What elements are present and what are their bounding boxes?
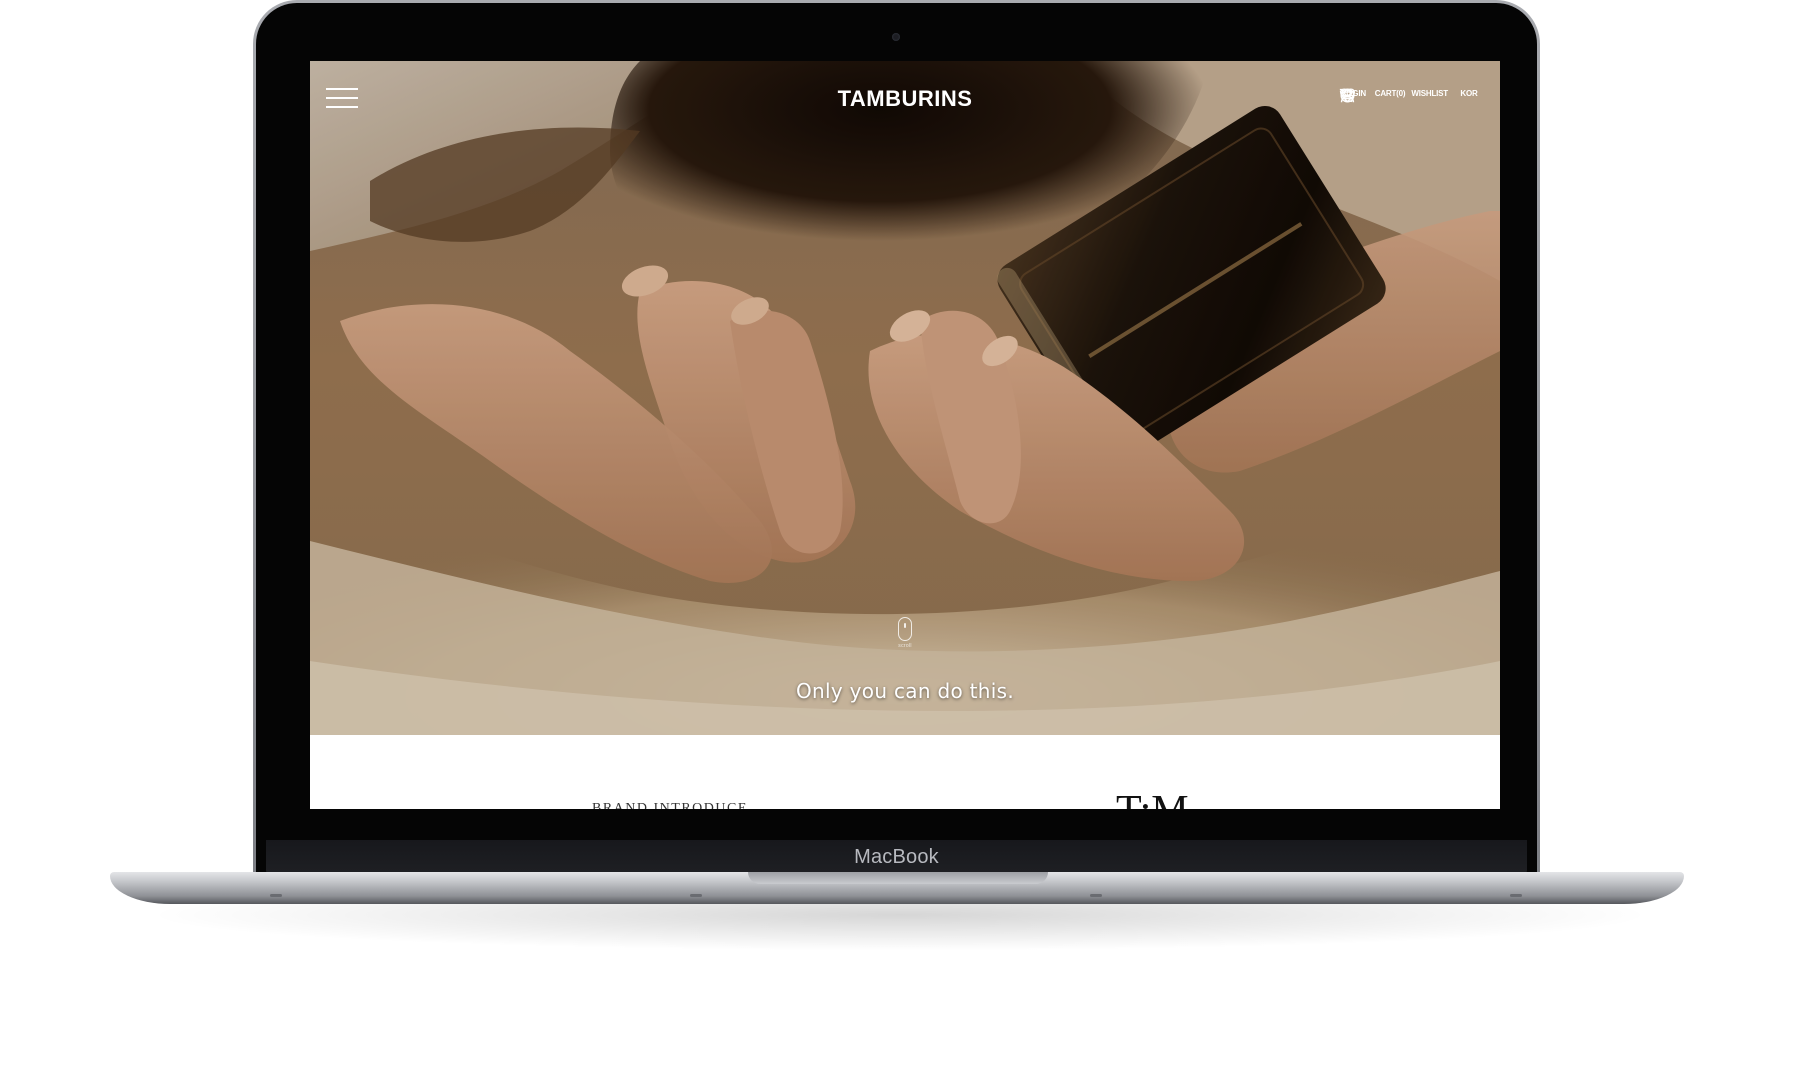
chevron-down-icon (1339, 90, 1346, 95)
cart-label: CART(0) (1374, 89, 1406, 98)
wishlist-label: WISHLIST (1411, 89, 1448, 98)
language-label: KOR (1460, 89, 1478, 98)
base-foot (1090, 894, 1102, 897)
base-foot (270, 894, 282, 897)
camera-icon (892, 33, 900, 41)
device-brand-label: MacBook (854, 846, 939, 868)
scroll-indicator: scroll (896, 617, 914, 649)
logo-link[interactable]: TAMBURINS (838, 86, 973, 111)
base-foot (690, 894, 702, 897)
hamburger-menu-icon[interactable] (326, 85, 358, 111)
video-subtitle: Only you can do this. (796, 679, 1014, 703)
laptop-base (110, 872, 1684, 904)
brand-emblem: T:M (1116, 787, 1189, 809)
section-title: BRAND INTRODUCE (592, 801, 748, 809)
language-selector[interactable]: KOR (1339, 87, 1484, 103)
scroll-label: scroll (898, 643, 912, 649)
laptop-chin: MacBook (266, 840, 1527, 876)
hero-video[interactable]: TAMBURINS LOGIN CART(0) WISHLIST KOR scr… (310, 61, 1500, 735)
cart-button[interactable]: CART(0) (1339, 87, 1406, 103)
wishlist-button[interactable]: WISHLIST (1339, 87, 1448, 103)
base-foot (1510, 894, 1522, 897)
website-screen: TAMBURINS LOGIN CART(0) WISHLIST KOR scr… (310, 61, 1500, 809)
base-notch (748, 872, 1048, 884)
device-mockup: MacBook TAMBURINS LOGIN CART(0) WISHLIST… (0, 0, 1802, 1071)
mouse-icon (898, 617, 912, 641)
language-row: KOR (1339, 87, 1478, 98)
header-utilities: LOGIN CART(0) WISHLIST KOR (1339, 87, 1484, 103)
brand-section: BRAND INTRODUCE T:M (310, 735, 1500, 809)
